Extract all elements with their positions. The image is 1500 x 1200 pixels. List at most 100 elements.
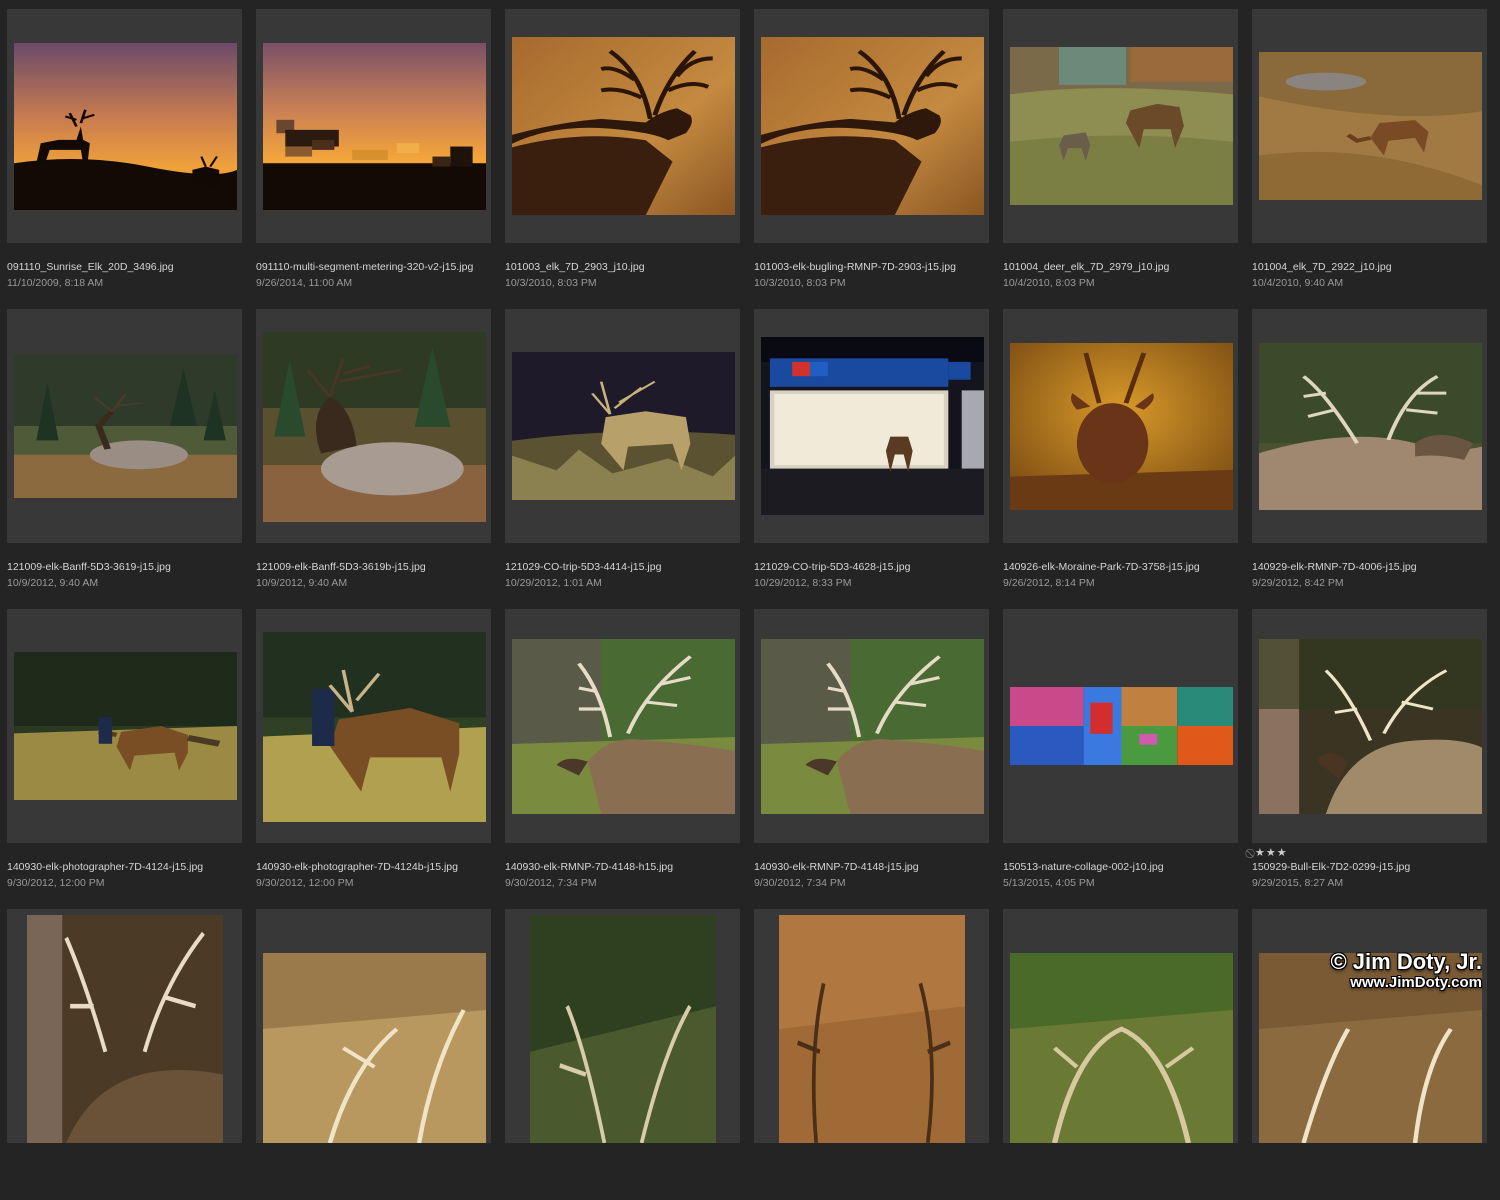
thumbnail-frame[interactable] xyxy=(1003,309,1238,543)
watermark-copyright: © Jim Doty, Jr. xyxy=(1330,949,1482,974)
thumbnail-frame[interactable] xyxy=(505,609,740,843)
thumbnail-frame[interactable] xyxy=(754,9,989,243)
photo-thumbnail-cell[interactable] xyxy=(996,900,1245,1200)
photo-thumbnail-cell[interactable] xyxy=(747,900,996,1200)
copyright-watermark: © Jim Doty, Jr. www.JimDoty.com xyxy=(1330,950,1482,992)
rating-stars[interactable]: ★★★ xyxy=(1255,847,1288,859)
thumbnail-frame[interactable] xyxy=(1003,609,1238,843)
photo-thumbnail-cell[interactable]: 101003-elk-bugling-RMNP-7D-2903-j15.jpg 1… xyxy=(747,0,996,300)
watermark-url: www.JimDoty.com xyxy=(1350,974,1482,991)
thumbnail-frame[interactable] xyxy=(7,909,242,1143)
photo-filename: 101003-elk-bugling-RMNP-7D-2903-j15.jpg xyxy=(754,261,956,273)
photo-thumbnail-cell[interactable]: 140926-elk-Moraine-Park-7D-3758-j15.jpg 9… xyxy=(996,300,1245,600)
photo-filename: 140926-elk-Moraine-Park-7D-3758-j15.jpg xyxy=(1003,561,1200,573)
photo-date: 11/10/2009, 8:18 AM xyxy=(7,277,104,289)
thumbnail-frame[interactable] xyxy=(1252,9,1487,243)
photo-image[interactable] xyxy=(1259,343,1482,510)
photo-thumbnail-cell[interactable] xyxy=(249,900,498,1200)
photo-date: 10/3/2010, 8:03 PM xyxy=(505,277,597,289)
photo-image[interactable] xyxy=(1259,52,1482,200)
photo-image[interactable] xyxy=(1259,639,1482,814)
thumbnail-frame[interactable] xyxy=(754,609,989,843)
thumbnail-frame[interactable] xyxy=(1003,9,1238,243)
photo-thumbnail-cell[interactable] xyxy=(1245,900,1494,1200)
photo-thumbnail-cell[interactable]: 091110_Sunrise_Elk_20D_3496.jpg 11/10/200… xyxy=(0,0,249,300)
photo-thumbnail-cell[interactable]: 121029-CO-trip-5D3-4414-j15.jpg 10/29/201… xyxy=(498,300,747,600)
photo-image[interactable] xyxy=(14,43,237,210)
photo-filename: 140930-elk-RMNP-7D-4148-h15.jpg xyxy=(505,861,674,873)
photo-filename: 140930-elk-photographer-7D-4124-j15.jpg xyxy=(7,861,204,873)
thumbnail-grid: 091110_Sunrise_Elk_20D_3496.jpg 11/10/200… xyxy=(0,0,1500,1143)
photo-thumbnail-cell[interactable]: 121009-elk-Banff-5D3-3619-j15.jpg 10/9/20… xyxy=(0,300,249,600)
thumbnail-frame[interactable] xyxy=(256,609,491,843)
photo-date: 10/29/2012, 1:01 AM xyxy=(505,577,602,589)
thumbnail-frame[interactable] xyxy=(1252,609,1487,843)
photo-date: 10/29/2012, 8:33 PM xyxy=(754,577,852,589)
photo-thumbnail-cell[interactable]: 140930-elk-photographer-7D-4124-j15.jpg 9… xyxy=(0,600,249,900)
thumbnail-frame[interactable] xyxy=(505,9,740,243)
photo-date: 9/30/2012, 7:34 PM xyxy=(505,877,597,889)
thumbnail-frame[interactable] xyxy=(7,309,242,543)
photo-filename: 150929-Bull-Elk-7D2-0299-j15.jpg xyxy=(1252,861,1411,873)
thumbnail-frame[interactable] xyxy=(1252,309,1487,543)
star-rating[interactable]: ⃠ ★★★ xyxy=(1252,846,1288,859)
photo-thumbnail-cell[interactable]: 121029-CO-trip-5D3-4628-j15.jpg 10/29/201… xyxy=(747,300,996,600)
photo-image[interactable] xyxy=(761,337,984,515)
photo-filename: 101004_deer_elk_7D_2979_j10.jpg xyxy=(1003,261,1170,273)
photo-thumbnail-cell[interactable] xyxy=(498,900,747,1200)
thumbnail-frame[interactable] xyxy=(256,909,491,1143)
thumbnail-frame[interactable] xyxy=(7,609,242,843)
photo-image[interactable] xyxy=(14,652,237,800)
photo-thumbnail-cell[interactable]: ⃠ ★★★ 150929-Bull-Elk-7D2-0299-j15.jpg 9/29… xyxy=(1245,600,1494,900)
photo-image[interactable] xyxy=(512,352,735,500)
photo-filename: 140930-elk-RMNP-7D-4148-j15.jpg xyxy=(754,861,919,873)
photo-filename: 140930-elk-photographer-7D-4124b-j15.jpg xyxy=(256,861,458,873)
thumbnail-frame[interactable] xyxy=(754,309,989,543)
photo-filename: 091110-multi-segment-metering-320-v2-j15… xyxy=(256,261,474,273)
thumbnail-frame[interactable] xyxy=(505,909,740,1143)
photo-date: 10/3/2010, 8:03 PM xyxy=(754,277,846,289)
photo-thumbnail-cell[interactable]: 091110-multi-segment-metering-320-v2-j15… xyxy=(249,0,498,300)
photo-thumbnail-cell[interactable]: 140930-elk-RMNP-7D-4148-j15.jpg 9/30/2012… xyxy=(747,600,996,900)
photo-image[interactable] xyxy=(1010,343,1233,510)
photo-thumbnail-cell[interactable] xyxy=(0,900,249,1200)
photo-thumbnail-cell[interactable]: 140929-elk-RMNP-7D-4006-j15.jpg 9/29/2012… xyxy=(1245,300,1494,600)
photo-image[interactable] xyxy=(263,953,486,1143)
photo-thumbnail-cell[interactable]: 150513-nature-collage-002-j10.jpg 5/13/20… xyxy=(996,600,1245,900)
photo-image[interactable] xyxy=(761,639,984,814)
thumbnail-frame[interactable] xyxy=(256,309,491,543)
thumbnail-frame[interactable] xyxy=(754,909,989,1143)
photo-date: 10/9/2012, 9:40 AM xyxy=(256,577,348,589)
photo-image[interactable] xyxy=(512,37,735,215)
photo-image[interactable] xyxy=(27,915,223,1143)
photo-image[interactable] xyxy=(512,639,735,814)
photo-thumbnail-cell[interactable]: 101004_deer_elk_7D_2979_j10.jpg 10/4/2010… xyxy=(996,0,1245,300)
photo-image[interactable] xyxy=(1010,47,1233,205)
photo-thumbnail-cell[interactable]: 101003_elk_7D_2903_j10.jpg 10/3/2010, 8:0… xyxy=(498,0,747,300)
photo-image[interactable] xyxy=(530,915,716,1143)
photo-image[interactable] xyxy=(14,354,237,498)
thumbnail-frame[interactable] xyxy=(505,309,740,543)
photo-image[interactable] xyxy=(263,632,486,822)
photo-filename: 121029-CO-trip-5D3-4628-j15.jpg xyxy=(754,561,911,573)
photo-image[interactable] xyxy=(1010,953,1233,1143)
thumbnail-frame[interactable] xyxy=(1252,909,1487,1143)
photo-image[interactable] xyxy=(779,915,965,1143)
photo-image[interactable] xyxy=(761,37,984,215)
photo-date: 9/29/2012, 8:42 PM xyxy=(1252,577,1344,589)
photo-filename: 121009-elk-Banff-5D3-3619b-j15.jpg xyxy=(256,561,426,573)
reject-icon[interactable]: ⃠ xyxy=(1252,848,1253,858)
thumbnail-frame[interactable] xyxy=(256,9,491,243)
photo-image[interactable] xyxy=(1010,687,1233,765)
photo-image[interactable] xyxy=(263,332,486,522)
photo-date: 9/30/2012, 7:34 PM xyxy=(754,877,846,889)
photo-filename: 101003_elk_7D_2903_j10.jpg xyxy=(505,261,645,273)
photo-thumbnail-cell[interactable]: 140930-elk-photographer-7D-4124b-j15.jpg… xyxy=(249,600,498,900)
photo-thumbnail-cell[interactable]: 140930-elk-RMNP-7D-4148-h15.jpg 9/30/2012… xyxy=(498,600,747,900)
photo-thumbnail-cell[interactable]: 121009-elk-Banff-5D3-3619b-j15.jpg 10/9/2… xyxy=(249,300,498,600)
thumbnail-frame[interactable] xyxy=(1003,909,1238,1143)
thumbnail-frame[interactable] xyxy=(7,9,242,243)
photo-date: 9/26/2014, 11:00 AM xyxy=(256,277,353,289)
photo-thumbnail-cell[interactable]: 101004_elk_7D_2922_j10.jpg 10/4/2010, 9:4… xyxy=(1245,0,1494,300)
photo-image[interactable] xyxy=(263,43,486,210)
